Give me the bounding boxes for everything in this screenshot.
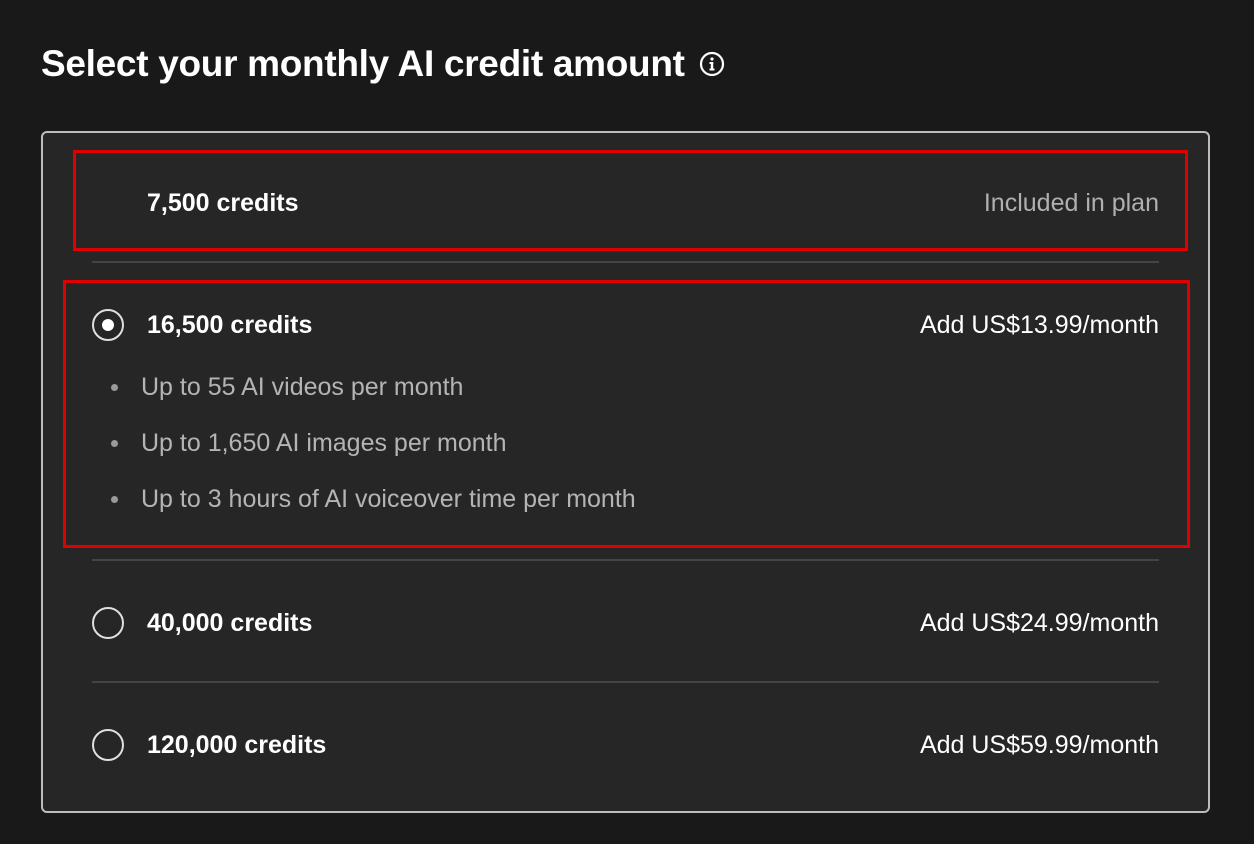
info-icon[interactable] — [698, 50, 726, 78]
page-title: Select your monthly AI credit amount — [41, 43, 685, 84]
radio-button[interactable] — [92, 607, 124, 639]
credits-label: 40,000 credits — [147, 608, 313, 637]
price-label: Add US$24.99/month — [919, 608, 1159, 637]
credit-option-40000[interactable]: 40,000 credits Add US$24.99/month — [92, 603, 1159, 643]
divider — [92, 559, 1159, 561]
divider — [92, 681, 1159, 683]
credit-option-120000[interactable]: 120,000 credits Add US$59.99/month — [92, 725, 1159, 765]
radio-button[interactable] — [92, 729, 124, 761]
highlight-box — [73, 150, 1188, 251]
highlight-box — [63, 280, 1190, 548]
page-header: Select your monthly AI credit amount — [41, 40, 726, 88]
credit-options-panel: 7,500 credits Included in plan 16,500 cr… — [41, 131, 1210, 813]
divider — [92, 261, 1159, 263]
price-label: Add US$59.99/month — [919, 730, 1159, 759]
credits-label: 120,000 credits — [147, 730, 327, 759]
